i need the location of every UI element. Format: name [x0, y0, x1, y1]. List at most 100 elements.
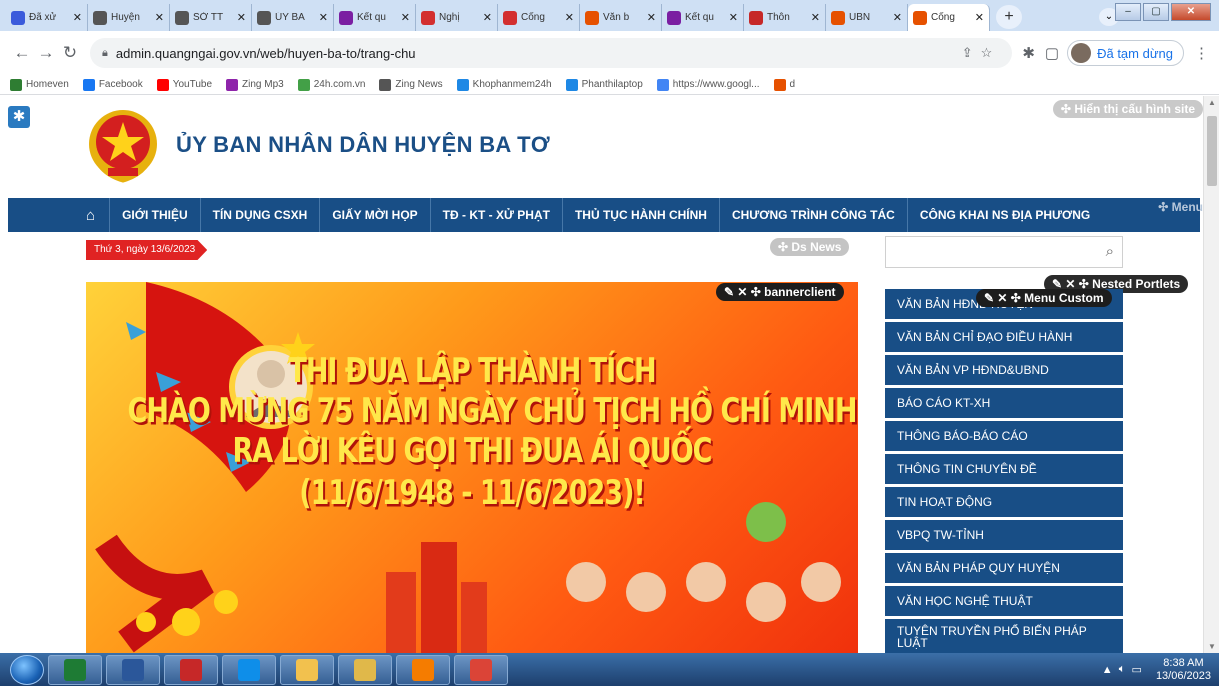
volume-icon[interactable]: 🔈︎: [1119, 663, 1126, 676]
new-tab-button[interactable]: +: [996, 5, 1022, 29]
sidebar-item[interactable]: VBPQ TW-TỈNH: [885, 520, 1123, 550]
search-icon[interactable]: ⌕: [1106, 243, 1114, 260]
bookmark-item[interactable]: Zing Mp3: [226, 78, 284, 91]
browser-tab[interactable]: Kết qu ✕: [334, 4, 416, 31]
scroll-up-icon[interactable]: ▲: [1208, 98, 1216, 107]
tab-close-icon[interactable]: ✕: [401, 11, 410, 24]
tab-close-icon[interactable]: ✕: [893, 11, 902, 24]
bookmark-label: Phanthilaptop: [581, 79, 643, 90]
scroll-down-icon[interactable]: ▼: [1208, 642, 1216, 651]
nav-item[interactable]: GIỚI THIỆU: [109, 198, 200, 232]
page-scrollbar[interactable]: ▲ ▼: [1203, 96, 1219, 653]
bookmark-favicon-icon: [773, 78, 786, 91]
browser-tab[interactable]: Cổng ✕: [908, 4, 990, 31]
tab-favicon-icon: [11, 10, 25, 25]
tab-close-icon[interactable]: ✕: [729, 11, 738, 24]
gear-icon[interactable]: ✱: [8, 106, 30, 128]
tab-close-icon[interactable]: ✕: [237, 11, 246, 24]
bookmark-item[interactable]: Homeven: [10, 78, 69, 91]
tab-label: ÚY BA: [275, 12, 305, 23]
taskbar-app-file-manager[interactable]: [338, 654, 392, 685]
taskbar-app-excel[interactable]: [48, 654, 102, 685]
taskbar-app-foxit[interactable]: [396, 654, 450, 685]
tab-close-icon[interactable]: ✕: [319, 11, 328, 24]
tab-close-icon[interactable]: ✕: [155, 11, 164, 24]
ds-news-label: Ds News: [791, 240, 842, 254]
browser-tab[interactable]: Nghị ✕: [416, 4, 498, 31]
nav-item[interactable]: CÔNG KHAI NS ĐỊA PHƯƠNG: [906, 198, 1102, 232]
taskbar-app-acrobat[interactable]: [164, 654, 218, 685]
tab-close-icon[interactable]: ✕: [73, 11, 82, 24]
bookmark-item[interactable]: d: [773, 78, 795, 91]
bookmark-item[interactable]: Zing News: [379, 78, 443, 91]
taskbar-app-explorer-folder[interactable]: [280, 654, 334, 685]
sidebar-item[interactable]: VĂN BẢN PHÁP QUY HUYỆN: [885, 553, 1123, 583]
bookmark-item[interactable]: Khophanmem24h: [456, 78, 552, 91]
bookmark-item[interactable]: Facebook: [82, 78, 143, 91]
menu-pill[interactable]: ✣ Menu: [1158, 200, 1203, 214]
sidebar-item[interactable]: TIN HOẠT ĐỘNG: [885, 487, 1123, 517]
site-config-pill[interactable]: ✣ Hiển thị cấu hình site: [1052, 100, 1203, 118]
scrollbar-thumb[interactable]: [1207, 116, 1217, 186]
tab-close-icon[interactable]: ✕: [811, 11, 820, 24]
sidebar-item[interactable]: THÔNG BÁO-BÁO CÁO: [885, 421, 1123, 451]
minimize-button[interactable]: –: [1115, 3, 1141, 21]
browser-tab[interactable]: Huyện ✕: [88, 4, 170, 31]
tray-arrow-icon[interactable]: ▲: [1102, 664, 1113, 676]
tab-label: Cổng: [931, 12, 955, 23]
search-input[interactable]: ⌕: [885, 236, 1123, 268]
bookmark-item[interactable]: https://www.googl...: [656, 78, 760, 91]
forward-icon[interactable]: →: [34, 43, 58, 63]
browser-tab[interactable]: Thôn ✕: [744, 4, 826, 31]
back-icon[interactable]: ←: [10, 43, 34, 63]
browser-tab[interactable]: SỞ TT ✕: [170, 4, 252, 31]
nav-item[interactable]: GIẤY MỜI HỌP: [319, 198, 429, 232]
browser-tab[interactable]: Đã xử ✕: [6, 4, 88, 31]
taskbar-app-word[interactable]: [106, 654, 160, 685]
nav-item[interactable]: TÍN DỤNG CSXH: [199, 198, 320, 232]
bookmark-item[interactable]: 24h.com.vn: [297, 78, 365, 91]
sidebar-item[interactable]: VĂN BẢN VP HĐND&UBND: [885, 355, 1123, 385]
browser-tab[interactable]: ÚY BA ✕: [252, 4, 334, 31]
reload-icon[interactable]: ↻: [58, 43, 82, 63]
bannerclient-pill[interactable]: ✎ ✕ ✣ bannerclient: [716, 283, 844, 301]
menu-custom-pill[interactable]: ✎ ✕ ✣ Menu Custom: [976, 289, 1112, 307]
taskbar-clock[interactable]: 8:38 AM 13/06/2023: [1156, 657, 1211, 683]
bookmark-favicon-icon: [10, 78, 22, 91]
browser-tab[interactable]: Văn b ✕: [580, 4, 662, 31]
taskbar-app-chrome[interactable]: [454, 654, 508, 685]
close-window-button[interactable]: ✕: [1171, 3, 1211, 21]
maximize-button[interactable]: ▢: [1143, 3, 1169, 21]
nav-item[interactable]: THỦ TỤC HÀNH CHÍNH: [561, 198, 719, 232]
sidebar-item[interactable]: VĂN BẢN CHỈ ĐẠO ĐIỀU HÀNH: [885, 322, 1123, 352]
share-star-icons[interactable]: ⇪☆: [962, 45, 1001, 61]
browser-tab[interactable]: UBN ✕: [826, 4, 908, 31]
url-input[interactable]: 🔒︎ admin.quangngai.gov.vn/web/huyen-ba-t…: [90, 38, 1013, 68]
sidepanel-icon[interactable]: ▢: [1045, 44, 1059, 62]
lock-icon[interactable]: 🔒︎: [102, 47, 108, 60]
more-menu-icon[interactable]: ⋮: [1194, 44, 1209, 62]
sidebar-item[interactable]: BÁO CÁO KT-XH: [885, 388, 1123, 418]
tab-close-icon[interactable]: ✕: [483, 11, 492, 24]
browser-tab[interactable]: Kết qu ✕: [662, 4, 744, 31]
tab-close-icon[interactable]: ✕: [975, 11, 984, 24]
tab-label: Cổng: [521, 12, 545, 23]
tab-close-icon[interactable]: ✕: [565, 11, 574, 24]
bookmark-item[interactable]: YouTube: [156, 78, 212, 91]
network-icon[interactable]: ▭: [1132, 663, 1142, 676]
bookmark-item[interactable]: Phanthilaptop: [565, 78, 643, 91]
ds-news-pill[interactable]: ✣ Ds News: [770, 238, 850, 256]
taskbar-app-teamviewer[interactable]: [222, 654, 276, 685]
nav-item[interactable]: CHƯƠNG TRÌNH CÔNG TÁC: [718, 198, 907, 232]
sidebar-item[interactable]: THÔNG TIN CHUYÊN ĐỀ: [885, 454, 1123, 484]
browser-tab[interactable]: Cổng ✕: [498, 4, 580, 31]
extensions-icon[interactable]: ✱: [1022, 44, 1035, 62]
nav-item[interactable]: TĐ - KT - XỬ PHẠT: [429, 198, 562, 232]
banner-image[interactable]: THI ĐUA LẬP THÀNH TÍCH CHÀO MỪNG 75 NĂM …: [86, 282, 858, 653]
profile-button[interactable]: Đã tạm dừng: [1067, 40, 1184, 66]
tab-close-icon[interactable]: ✕: [647, 11, 656, 24]
start-button[interactable]: [10, 654, 44, 685]
sidebar-item[interactable]: TUYÊN TRUYỀN PHỔ BIẾN PHÁP LUẬT: [885, 619, 1123, 653]
sidebar-item[interactable]: VĂN HỌC NGHỆ THUẬT: [885, 586, 1123, 616]
home-icon[interactable]: ⌂: [86, 207, 95, 224]
